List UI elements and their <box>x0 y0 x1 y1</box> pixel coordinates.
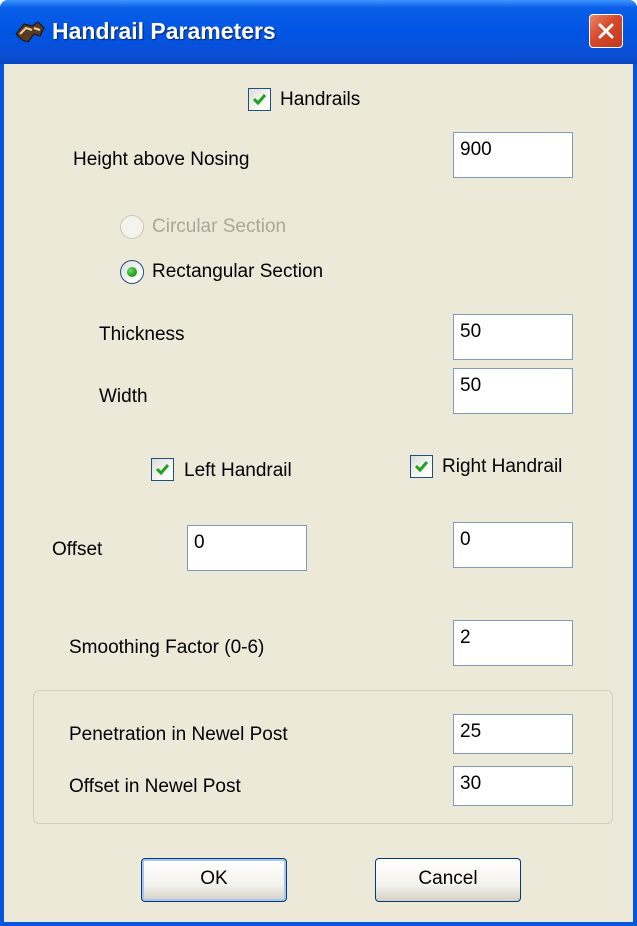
ok-button[interactable]: OK <box>141 858 287 902</box>
dialog-body: Handrails Height above Nosing 900 Circul… <box>4 64 633 922</box>
handrails-label: Handrails <box>280 89 361 110</box>
offset-newel-label: Offset in Newel Post <box>69 776 241 797</box>
radio-selected-dot <box>127 267 137 277</box>
left-offset-input[interactable]: 0 <box>187 525 307 571</box>
offset-label: Offset <box>52 539 103 560</box>
circular-section-label: Circular Section <box>152 216 287 237</box>
dialog-window: Handrail Parameters Handrails Height abo… <box>0 0 637 926</box>
right-handrail-label: Right Handrail <box>442 456 563 477</box>
checkmark-icon <box>155 464 170 476</box>
checkmark-icon <box>252 94 267 106</box>
smoothing-factor-label: Smoothing Factor (0-6) <box>69 637 265 658</box>
smoothing-factor-input[interactable]: 2 <box>453 620 573 666</box>
height-above-nosing-label: Height above Nosing <box>73 149 250 170</box>
circular-section-radio[interactable] <box>120 215 144 239</box>
close-icon <box>598 23 614 39</box>
handrail-app-icon <box>15 21 45 43</box>
penetration-newel-label: Penetration in Newel Post <box>69 724 288 745</box>
thickness-input[interactable]: 50 <box>453 314 573 360</box>
left-handrail-checkbox[interactable] <box>151 458 174 481</box>
rectangular-section-label: Rectangular Section <box>152 261 324 282</box>
left-handrail-label: Left Handrail <box>184 460 292 481</box>
rectangular-section-radio[interactable] <box>120 260 144 284</box>
close-button[interactable] <box>589 14 623 48</box>
offset-newel-input[interactable]: 30 <box>453 766 573 806</box>
width-label: Width <box>99 386 148 407</box>
right-offset-input[interactable]: 0 <box>453 522 573 568</box>
right-handrail-checkbox[interactable] <box>410 455 433 478</box>
thickness-label: Thickness <box>99 324 185 345</box>
penetration-newel-input[interactable]: 25 <box>453 714 573 754</box>
title-bar[interactable]: Handrail Parameters <box>0 0 637 64</box>
height-above-nosing-input[interactable]: 900 <box>453 132 573 178</box>
handrails-checkbox[interactable] <box>248 88 271 111</box>
cancel-button[interactable]: Cancel <box>375 858 521 902</box>
window-title: Handrail Parameters <box>52 18 276 44</box>
width-input[interactable]: 50 <box>453 368 573 414</box>
checkmark-icon <box>414 461 429 473</box>
